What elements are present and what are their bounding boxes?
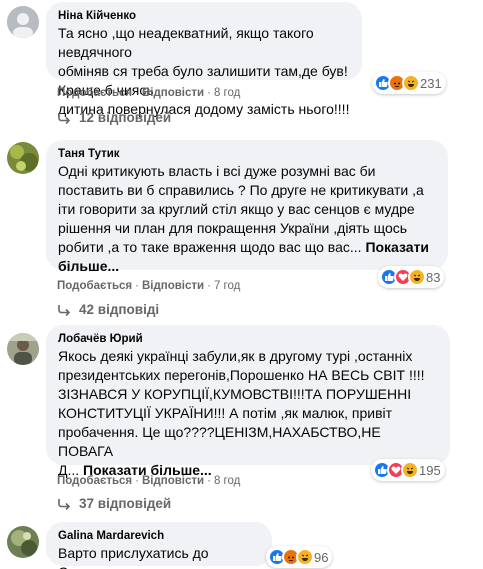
reaction-summary[interactable]: 231 [372,72,446,94]
haha-icon [296,548,314,566]
avatar[interactable] [7,6,39,38]
haha-icon [402,74,420,92]
reaction-summary[interactable]: 83 [378,266,445,288]
comment-author[interactable]: Лобачёв Юрий [58,332,438,347]
reaction-summary[interactable]: 195 [371,459,445,481]
comment-actions: Подобається · Відповісти · 8 год [57,87,241,99]
avatar[interactable] [7,526,39,558]
comment-bubble: Galina Mardarevich Варто прислухатись до… [46,522,272,569]
comment-text: Одні критикують власть і всі дуже розумн… [58,163,430,274]
reply-arrow-icon [58,304,71,316]
like-button[interactable]: Подобається [57,280,132,292]
reaction-count: 96 [314,549,329,565]
replies-count: 42 відповіді [79,302,160,317]
reply-button[interactable]: Відповісти [142,87,204,99]
comment-actions: Подобається · Відповісти · 8 год [57,475,241,487]
comment-bubble: Лобачёв Юрий Якось деякі українці забули… [46,325,450,478]
haha-icon [408,268,426,286]
replies-count: 37 відповідей [79,496,172,511]
comment-author[interactable]: Galina Mardarevich [58,529,260,544]
comment-bubble: Таня Тутик Одні критикують власть і всі … [46,140,448,274]
comment-actions: Подобається · Відповісти · 7 год [57,280,241,292]
view-replies-link[interactable]: 37 відповідей [57,496,171,511]
reply-button[interactable]: Відповісти [142,280,204,292]
avatar[interactable] [7,333,39,365]
comment-time[interactable]: 8 год [214,475,240,487]
comment-author[interactable]: Ніна Кійченко [58,9,350,24]
reply-arrow-icon [58,112,71,124]
reply-arrow-icon [58,498,71,510]
reply-button[interactable]: Відповісти [142,475,204,487]
comment-time[interactable]: 8 год [214,87,240,99]
comment-text: Варто прислухатись до Сєнцова [58,545,209,569]
like-button[interactable]: Подобається [57,475,132,487]
comment-time[interactable]: 7 год [214,280,240,292]
avatar[interactable] [7,142,39,174]
reaction-count: 231 [420,75,442,91]
view-replies-link[interactable]: 42 відповіді [57,302,159,317]
reaction-summary[interactable]: 96 [266,546,333,568]
replies-count: 12 відповідей [79,110,172,125]
comment-bubble: Ніна Кійченко Та ясно ,що неадекватний, … [46,2,362,117]
reaction-count: 83 [426,269,441,285]
haha-icon [401,461,419,479]
reaction-count: 195 [419,462,441,478]
like-button[interactable]: Подобається [57,87,132,99]
comment-text: Та ясно ,що неадекватний, якщо такого не… [58,25,350,117]
view-replies-link[interactable]: 12 відповідей [57,110,171,125]
comment-author[interactable]: Таня Тутик [58,147,436,162]
